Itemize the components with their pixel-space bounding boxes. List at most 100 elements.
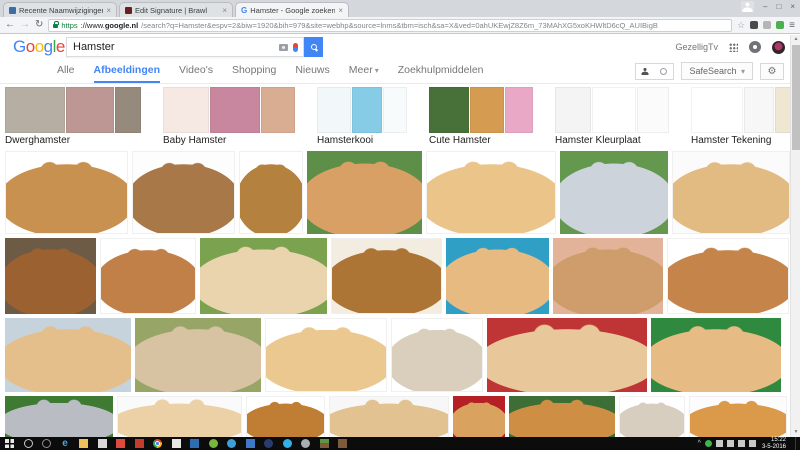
nav-tab-videos[interactable]: Video's — [179, 64, 213, 83]
image-result[interactable] — [560, 151, 668, 234]
nav-tab-meer[interactable]: Meer ▾ — [349, 64, 379, 83]
skype-icon[interactable] — [282, 439, 292, 448]
volume-icon[interactable] — [737, 440, 745, 447]
image-result[interactable] — [265, 318, 387, 392]
network-icon[interactable] — [726, 440, 734, 447]
forward-icon[interactable]: → — [20, 20, 30, 30]
scrollbar-thumb[interactable] — [792, 45, 800, 150]
nav-tab-nieuws[interactable]: Nieuws — [295, 64, 329, 83]
extension-grey-icon[interactable] — [763, 21, 772, 29]
history-button[interactable] — [654, 62, 675, 80]
swirl-icon[interactable] — [264, 439, 273, 448]
related-search-chip[interactable]: Hamster Kleurplaat — [555, 87, 669, 146]
antivirus-icon[interactable] — [704, 440, 712, 447]
nav-tab-alle[interactable]: Alle — [57, 64, 75, 83]
address-bar[interactable]: https://www.google.nl/search?q=Hamster&e… — [48, 18, 733, 32]
image-result[interactable] — [553, 238, 663, 314]
image-result[interactable] — [487, 318, 647, 392]
image-result[interactable] — [5, 318, 131, 392]
related-search-chip[interactable]: Hamsterkooi — [317, 87, 407, 146]
image-result[interactable] — [239, 151, 303, 234]
nav-tab-shopping[interactable]: Shopping — [232, 64, 276, 83]
steam-icon[interactable] — [301, 439, 310, 448]
scrollbar[interactable]: ▲ ▼ — [790, 35, 800, 437]
browser-tab[interactable]: Recente Naamwijzigingen × — [3, 2, 117, 17]
onedrive-icon[interactable] — [715, 440, 723, 447]
word-icon[interactable] — [190, 439, 199, 448]
image-result[interactable] — [689, 396, 787, 441]
image-result[interactable] — [667, 238, 789, 314]
account-name[interactable]: GezelligTv — [675, 42, 718, 52]
browser-tab[interactable]: Edit Signature | Brawl × — [119, 2, 233, 17]
grid-view-button[interactable] — [635, 62, 656, 80]
nav-tab-afbeeldingen[interactable]: Afbeeldingen — [93, 64, 161, 83]
google-logo[interactable]: Google — [13, 37, 65, 57]
taskbar-clock[interactable]: 15:22 3-5-2016 — [762, 437, 786, 450]
image-result[interactable] — [5, 151, 128, 234]
google-apps-grid-icon[interactable] — [729, 42, 738, 52]
image-result[interactable] — [331, 238, 442, 314]
chrome-menu-icon[interactable]: ≡ — [789, 20, 795, 31]
image-result[interactable] — [619, 396, 685, 441]
nvidia-icon[interactable] — [208, 439, 218, 448]
nav-tab-zoekhulpmiddelen[interactable]: Zoekhulpmiddelen — [398, 64, 484, 83]
gmail-icon[interactable] — [116, 439, 125, 448]
related-search-chip[interactable]: Cute Hamster — [429, 87, 533, 146]
app-blue-icon[interactable] — [227, 439, 236, 448]
browser-profile-button[interactable] — [741, 1, 755, 12]
scroll-down-icon[interactable]: ▼ — [791, 428, 800, 437]
search-icon[interactable] — [23, 439, 33, 448]
browser-tab[interactable]: G Hamster - Google zoeken × — [235, 2, 349, 17]
related-search-chip[interactable]: Dwerghamster — [5, 87, 141, 146]
image-result[interactable] — [246, 396, 325, 441]
image-result[interactable] — [391, 318, 483, 392]
image-result[interactable] — [135, 318, 261, 392]
chrome-icon[interactable] — [153, 439, 162, 448]
safesearch-dropdown[interactable]: SafeSearch ▾ — [681, 62, 753, 80]
voice-search-mic-icon[interactable] — [293, 42, 298, 52]
extension-dark-icon[interactable] — [750, 21, 759, 29]
back-icon[interactable]: ← — [5, 20, 15, 30]
image-result[interactable] — [651, 318, 781, 392]
action-center-icon[interactable] — [748, 440, 756, 447]
image-result[interactable] — [200, 238, 327, 314]
reader-icon[interactable] — [134, 439, 144, 448]
image-result[interactable] — [509, 396, 615, 441]
related-search-chip[interactable]: Hamster Tekening — [691, 87, 800, 146]
photos-icon[interactable] — [245, 439, 255, 448]
minimize-button[interactable]: – — [763, 2, 767, 11]
tab-close-icon[interactable]: × — [106, 6, 111, 15]
store-icon[interactable] — [97, 439, 107, 448]
edge-icon[interactable]: e — [61, 439, 70, 449]
scroll-up-icon[interactable]: ▲ — [791, 35, 800, 44]
image-result[interactable] — [426, 151, 556, 234]
extension-green-icon[interactable] — [776, 21, 785, 29]
avatar[interactable] — [772, 40, 785, 54]
start-button[interactable] — [5, 439, 14, 448]
image-result[interactable] — [453, 396, 505, 441]
notifications-icon[interactable] — [749, 41, 761, 53]
hidden-icons-chevron[interactable]: ^ — [698, 439, 701, 449]
image-result[interactable] — [100, 238, 196, 314]
image-result[interactable] — [446, 238, 549, 314]
image-result[interactable] — [117, 396, 242, 441]
maximize-button[interactable]: □ — [776, 2, 781, 11]
image-result[interactable] — [132, 151, 235, 234]
image-result[interactable] — [5, 396, 113, 441]
settings-gear-icon[interactable]: ⚙ — [760, 62, 784, 80]
image-result[interactable] — [672, 151, 790, 234]
mail-icon[interactable] — [171, 439, 181, 448]
reload-icon[interactable]: ↻ — [35, 20, 43, 30]
minecraft-dirt-icon[interactable] — [338, 439, 347, 448]
file-explorer-icon[interactable] — [79, 439, 88, 448]
search-button[interactable] — [304, 37, 323, 57]
bookmark-star-icon[interactable]: ☆ — [737, 20, 745, 31]
related-search-chip[interactable]: Baby Hamster — [163, 87, 295, 146]
tab-close-icon[interactable]: × — [222, 6, 227, 15]
task-view-icon[interactable] — [42, 439, 51, 448]
tab-close-icon[interactable]: × — [338, 6, 343, 15]
show-desktop-button[interactable] — [795, 437, 797, 450]
search-input[interactable] — [67, 41, 279, 53]
close-button[interactable]: × — [790, 2, 795, 11]
image-result[interactable] — [329, 396, 449, 441]
